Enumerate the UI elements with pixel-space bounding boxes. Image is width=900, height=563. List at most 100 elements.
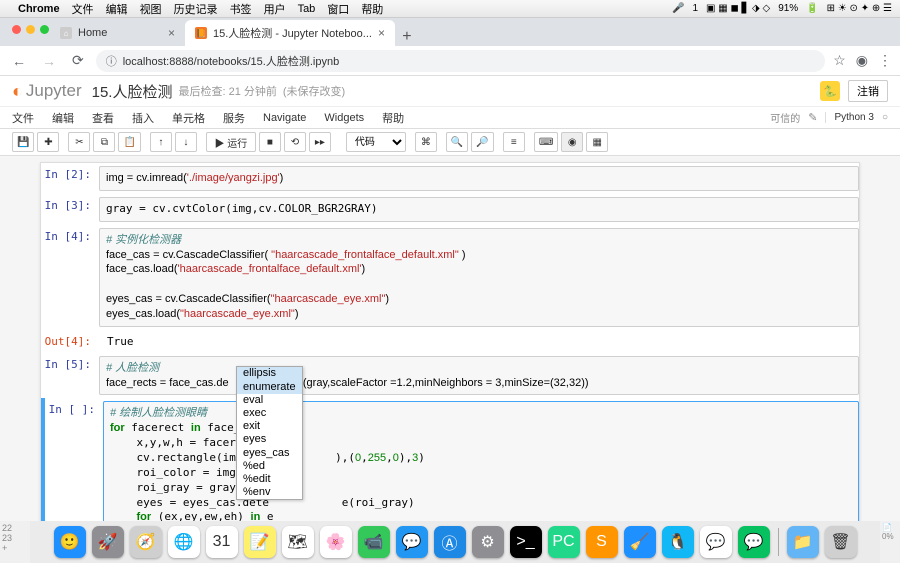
- site-info-icon[interactable]: ⓘ: [106, 53, 117, 69]
- menu-view[interactable]: 视图: [140, 1, 162, 17]
- zoom-out-button[interactable]: 🔎: [471, 132, 493, 152]
- autocomplete-item[interactable]: %edit: [237, 473, 302, 486]
- stop-button[interactable]: ■: [259, 132, 281, 152]
- autocomplete-item[interactable]: enumerate: [237, 381, 302, 394]
- menu-edit[interactable]: 编辑: [106, 1, 128, 17]
- close-tab-icon[interactable]: ×: [378, 26, 385, 40]
- code-content[interactable]: # 绘制人脸检测眼睛 for facerect in face_rec x,y,…: [110, 406, 852, 525]
- url-field[interactable]: ⓘ localhost:8888/notebooks/15.人脸检测.ipynb: [96, 50, 825, 72]
- notebook-title[interactable]: 15.人脸检测: [92, 81, 173, 102]
- code-cell-5[interactable]: In [5]: # 人脸检测 face_rects = face_cas.de …: [41, 353, 859, 399]
- dock-folder-icon[interactable]: 📁: [787, 526, 819, 558]
- dock-wechat2-icon[interactable]: 💬: [738, 526, 770, 558]
- code-cell-2[interactable]: In [2]: img = cv.imread('./image/yangzi.…: [41, 163, 859, 194]
- copy-button[interactable]: ⧉: [93, 132, 115, 152]
- restart-button[interactable]: ⟲: [284, 132, 306, 152]
- paste-button[interactable]: 📋: [118, 132, 140, 152]
- dock-sublime-icon[interactable]: S: [586, 526, 618, 558]
- menu-help[interactable]: 帮助: [361, 1, 383, 17]
- menu-tab[interactable]: Tab: [298, 3, 316, 15]
- dock-appstore-icon[interactable]: Ⓐ: [434, 526, 466, 558]
- jmenu-widgets[interactable]: Widgets: [324, 112, 364, 124]
- dock-maps-icon[interactable]: 🗺: [282, 526, 314, 558]
- back-button[interactable]: ←: [8, 53, 30, 69]
- code-cell-4[interactable]: In [4]: # 实例化检测器 face_cas = cv.CascadeCl…: [41, 225, 859, 330]
- jmenu-insert[interactable]: 插入: [132, 110, 154, 126]
- cell-type-select[interactable]: 代码: [346, 132, 406, 152]
- dock-settings-icon[interactable]: ⚙: [472, 526, 504, 558]
- dock-messages-icon[interactable]: 💬: [396, 526, 428, 558]
- kernel-name[interactable]: Python 3: [825, 112, 873, 123]
- code-content[interactable]: # 人脸检测 face_rects = face_cas.de ale(gray…: [106, 361, 852, 391]
- autocomplete-item[interactable]: ellipsis: [237, 367, 302, 380]
- dock-photos-icon[interactable]: 🌸: [320, 526, 352, 558]
- profile-icon[interactable]: ◉: [856, 52, 868, 69]
- run-all-button[interactable]: ▸▸: [309, 132, 331, 152]
- bookmark-star-icon[interactable]: ☆: [833, 52, 846, 69]
- keyboard-button[interactable]: ⌨: [534, 132, 558, 152]
- code-content[interactable]: gray = cv.cvtColor(img,cv.COLOR_BGR2GRAY…: [106, 202, 852, 217]
- chrome-menu-icon[interactable]: ⋮: [878, 52, 892, 69]
- autocomplete-popup[interactable]: ellipsis enumerate eval exec exit eyes e…: [236, 366, 303, 500]
- dock-terminal-icon[interactable]: >_: [510, 526, 542, 558]
- forward-button[interactable]: →: [38, 53, 60, 69]
- dock-calendar-icon[interactable]: 31: [206, 526, 238, 558]
- jmenu-view[interactable]: 查看: [92, 110, 114, 126]
- jmenu-help[interactable]: 帮助: [382, 110, 404, 126]
- close-window-button[interactable]: [12, 25, 21, 34]
- autocomplete-item[interactable]: %env: [237, 486, 302, 499]
- dock-qq-icon[interactable]: 🐧: [662, 526, 694, 558]
- menu-user[interactable]: 用户: [264, 1, 286, 17]
- dock-cleaner-icon[interactable]: 🧹: [624, 526, 656, 558]
- jmenu-navigate[interactable]: Navigate: [263, 112, 306, 124]
- table-button[interactable]: ▦: [586, 132, 608, 152]
- jmenu-file[interactable]: 文件: [12, 110, 34, 126]
- minimize-window-button[interactable]: [26, 25, 35, 34]
- close-tab-icon[interactable]: ×: [168, 26, 175, 40]
- jupyter-logo[interactable]: ◐ Jupyter: [12, 81, 82, 102]
- dock-facetime-icon[interactable]: 📹: [358, 526, 390, 558]
- input-icon[interactable]: 🎤: [672, 3, 684, 14]
- menu-file[interactable]: 文件: [72, 1, 94, 17]
- add-cell-button[interactable]: ✚: [37, 132, 59, 152]
- dock-notes-icon[interactable]: 📝: [244, 526, 276, 558]
- record-button[interactable]: ◉: [561, 132, 583, 152]
- logout-button[interactable]: 注销: [848, 80, 888, 102]
- new-tab-button[interactable]: +: [395, 28, 419, 46]
- menu-window[interactable]: 窗口: [327, 1, 349, 17]
- dock-finder-icon[interactable]: 🙂: [54, 526, 86, 558]
- autocomplete-item[interactable]: %ed: [237, 460, 302, 473]
- move-up-button[interactable]: ↑: [150, 132, 172, 152]
- code-content[interactable]: img = cv.imread('./image/yangzi.jpg'): [106, 171, 852, 186]
- code-cell-3[interactable]: In [3]: gray = cv.cvtColor(img,cv.COLOR_…: [41, 194, 859, 225]
- zoom-window-button[interactable]: [40, 25, 49, 34]
- jmenu-kernel[interactable]: 服务: [223, 110, 245, 126]
- dock-chrome-icon[interactable]: 🌐: [168, 526, 200, 558]
- edit-icon[interactable]: ✎: [808, 111, 817, 124]
- dock-trash-icon[interactable]: 🗑: [825, 526, 857, 558]
- jmenu-edit[interactable]: 编辑: [52, 110, 74, 126]
- menu-bookmarks[interactable]: 书签: [230, 1, 252, 17]
- dock-pycharm-icon[interactable]: PC: [548, 526, 580, 558]
- toc-button[interactable]: ≡: [503, 132, 525, 152]
- dock-safari-icon[interactable]: 🧭: [130, 526, 162, 558]
- app-name-menu[interactable]: Chrome: [18, 3, 60, 15]
- cut-button[interactable]: ✂: [68, 132, 90, 152]
- notebook-scroll-area[interactable]: In [2]: img = cv.imread('./image/yangzi.…: [0, 156, 900, 525]
- command-palette-button[interactable]: ⌘: [415, 132, 437, 152]
- move-down-button[interactable]: ↓: [175, 132, 197, 152]
- menu-history[interactable]: 历史记录: [174, 1, 218, 17]
- autocomplete-item[interactable]: exit: [237, 420, 302, 433]
- dock-wechat-icon[interactable]: 💬: [700, 526, 732, 558]
- jmenu-cell[interactable]: 单元格: [172, 110, 205, 126]
- autocomplete-item[interactable]: eyes_cas: [237, 447, 302, 460]
- browser-tab-home[interactable]: ⌂ Home ×: [50, 20, 185, 46]
- dock-launchpad-icon[interactable]: 🚀: [92, 526, 124, 558]
- run-button[interactable]: ▶ 运行: [206, 132, 256, 152]
- code-cell-6-selected[interactable]: In [ ]: # 绘制人脸检测眼睛 for facerect in face_…: [41, 398, 859, 525]
- code-content[interactable]: # 实例化检测器 face_cas = cv.CascadeClassifier…: [106, 233, 852, 322]
- autocomplete-item[interactable]: eval: [237, 394, 302, 407]
- zoom-in-button[interactable]: 🔍: [446, 132, 468, 152]
- autocomplete-item[interactable]: eyes: [237, 433, 302, 446]
- autocomplete-item[interactable]: exec: [237, 407, 302, 420]
